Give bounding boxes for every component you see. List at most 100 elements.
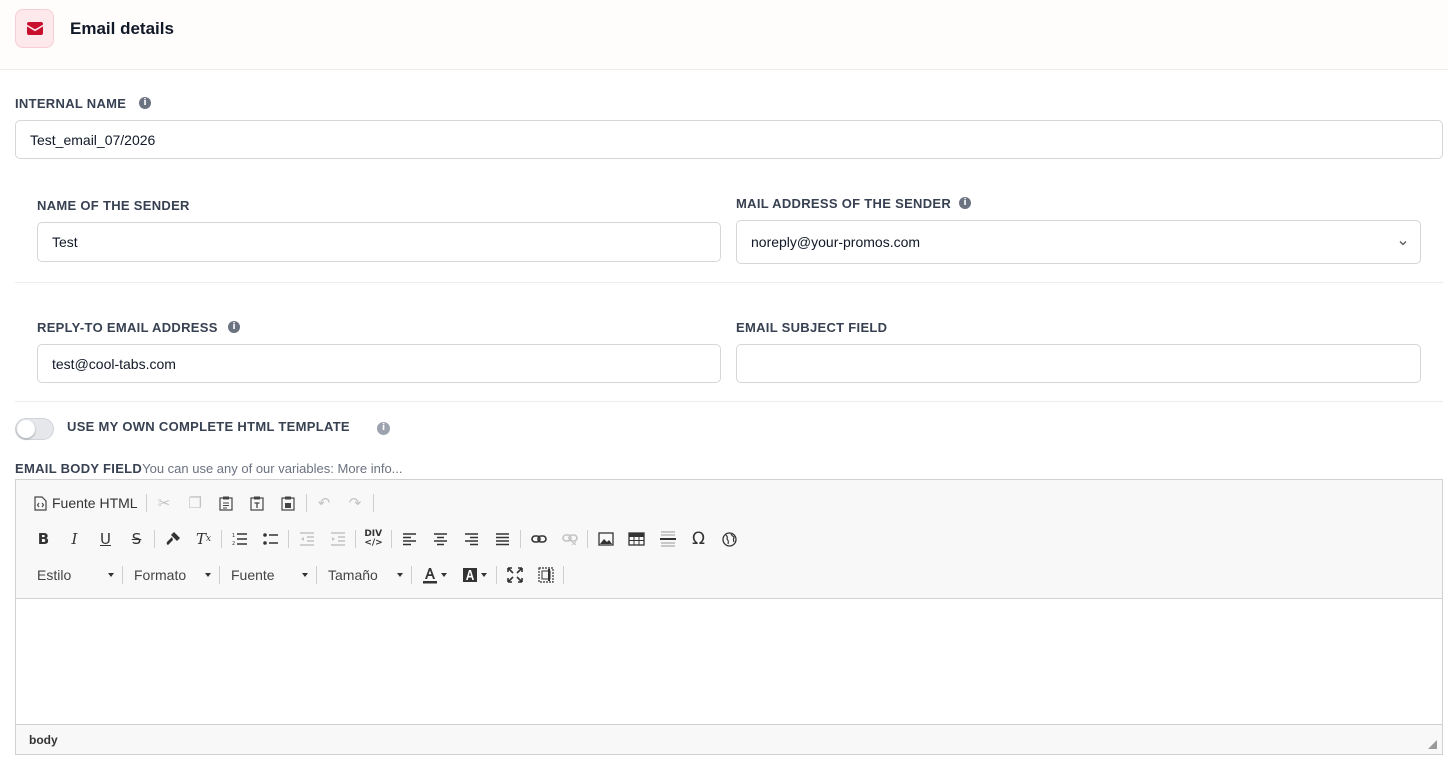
editor-statusbar: body [16, 724, 1442, 754]
resize-handle-icon[interactable] [1427, 739, 1438, 750]
reply-to-input[interactable]: test@cool-tabs.com [37, 344, 721, 383]
text-color-icon [422, 567, 437, 583]
subject-label: EMAIL SUBJECT FIELD [736, 320, 888, 335]
caret-down-icon [397, 573, 403, 577]
toolbar-separator [520, 530, 521, 548]
style-combo-label: Estilo [37, 567, 72, 583]
toolbar-separator [145, 494, 147, 512]
caret-down-icon [440, 573, 447, 577]
html-template-label: USE MY OWN COMPLETE HTML TEMPLATE [67, 419, 350, 434]
underline-icon[interactable]: U [90, 526, 121, 552]
svg-text:1: 1 [232, 533, 235, 539]
reply-to-label: REPLY-TO EMAIL ADDRESS [37, 320, 218, 335]
caret-down-icon [108, 573, 114, 577]
link-icon[interactable] [523, 526, 554, 552]
internal-name-label: INTERNAL NAME [15, 96, 127, 111]
sender-address-label: MAIL ADDRESS OF THE SENDER [736, 196, 952, 211]
caret-down-icon [302, 573, 308, 577]
horizontal-rule-icon[interactable] [652, 526, 683, 552]
body-label-row: EMAIL BODY FIELDYou can use any of our v… [15, 461, 403, 476]
cut-icon[interactable]: ✂ [149, 490, 180, 516]
bold-icon[interactable]: B [28, 526, 59, 552]
iframe-icon[interactable] [714, 526, 745, 552]
toolbar-separator [496, 566, 497, 584]
paste-text-icon[interactable] [242, 490, 273, 516]
strikethrough-icon[interactable]: S [121, 526, 152, 552]
font-combo[interactable]: Fuente [222, 562, 314, 588]
remove-format-icon[interactable]: Tx [188, 526, 219, 552]
info-icon[interactable]: i [228, 321, 240, 333]
font-combo-label: Fuente [231, 567, 275, 583]
subject-input[interactable] [736, 344, 1421, 383]
toggle-knob [17, 420, 35, 438]
align-center-icon[interactable] [425, 526, 456, 552]
text-color-button[interactable] [414, 562, 454, 588]
image-icon[interactable] [590, 526, 621, 552]
svg-text:2: 2 [232, 541, 235, 546]
editor-content-area[interactable] [16, 599, 1442, 724]
rich-text-editor: Fuente HTML ✂ ❐ ↶ ↷ B I U S T x 1 2 DIV … [15, 479, 1443, 755]
bg-color-button[interactable] [454, 562, 494, 588]
page-title: Email details [70, 19, 174, 38]
envelope-icon [15, 9, 54, 48]
indent-icon[interactable] [322, 526, 353, 552]
html-template-toggle[interactable] [15, 418, 54, 440]
copy-format-icon[interactable] [157, 526, 188, 552]
toolbar-separator [355, 530, 356, 548]
toolbar-separator [411, 566, 412, 584]
toolbar-separator [316, 566, 317, 584]
unlink-icon[interactable] [554, 526, 585, 552]
body-label: EMAIL BODY FIELD [15, 461, 143, 476]
divider [15, 282, 1443, 283]
div-container-icon[interactable]: DIV </> [358, 526, 389, 552]
caret-down-icon [480, 573, 487, 577]
outdent-icon[interactable] [291, 526, 322, 552]
toolbar-separator [305, 494, 307, 512]
maximize-icon[interactable] [499, 562, 530, 588]
toolbar-separator [154, 530, 155, 548]
bulleted-list-icon[interactable] [255, 526, 286, 552]
align-justify-icon[interactable] [487, 526, 518, 552]
copy-icon[interactable]: ❐ [180, 490, 211, 516]
toolbar-row-2: B I U S Tx 12 DIV </> Ω [28, 525, 745, 553]
toolbar-separator [587, 530, 588, 548]
element-path[interactable]: body [29, 733, 58, 747]
format-combo-label: Formato [134, 567, 187, 583]
undo-icon[interactable]: ↶ [309, 490, 340, 516]
body-hint: You can use any of our variables: [142, 461, 338, 476]
size-combo-label: Tamaño [328, 567, 378, 583]
section-header: Email details [0, 0, 1448, 70]
toolbar-separator [563, 566, 564, 584]
show-blocks-icon[interactable] [530, 562, 561, 588]
source-label: Fuente HTML [52, 495, 138, 511]
toolbar-separator [219, 566, 220, 584]
numbered-list-icon[interactable]: 12 [224, 526, 255, 552]
sender-address-select[interactable]: noreply@your-promos.com [736, 220, 1421, 264]
align-left-icon[interactable] [394, 526, 425, 552]
editor-toolbar: Fuente HTML ✂ ❐ ↶ ↷ B I U S T x 1 2 DIV … [16, 480, 1442, 599]
table-icon[interactable] [621, 526, 652, 552]
bg-color-icon [462, 568, 477, 582]
source-button[interactable]: Fuente HTML [28, 490, 144, 516]
format-combo[interactable]: Formato [125, 562, 217, 588]
internal-name-input[interactable]: Test_email_07/2026 [15, 120, 1443, 159]
align-right-icon[interactable] [456, 526, 487, 552]
source-icon [34, 495, 47, 511]
info-icon[interactable]: i [139, 97, 151, 109]
paste-icon[interactable] [211, 490, 242, 516]
special-char-icon[interactable]: Ω [683, 526, 714, 552]
paste-word-icon[interactable] [273, 490, 304, 516]
caret-down-icon [205, 573, 211, 577]
size-combo[interactable]: Tamaño [319, 562, 409, 588]
info-icon[interactable]: i [377, 422, 390, 435]
redo-icon[interactable]: ↷ [340, 490, 371, 516]
toolbar-separator [122, 566, 123, 584]
sender-name-input[interactable]: Test [37, 222, 721, 262]
chevron-down-icon [1399, 241, 1407, 246]
sender-address-value: noreply@your-promos.com [751, 234, 921, 250]
italic-icon[interactable]: I [59, 526, 90, 552]
toolbar-separator [221, 530, 222, 548]
info-icon[interactable]: i [959, 197, 971, 209]
more-info-link[interactable]: More info... [337, 461, 402, 476]
style-combo[interactable]: Estilo [28, 562, 120, 588]
